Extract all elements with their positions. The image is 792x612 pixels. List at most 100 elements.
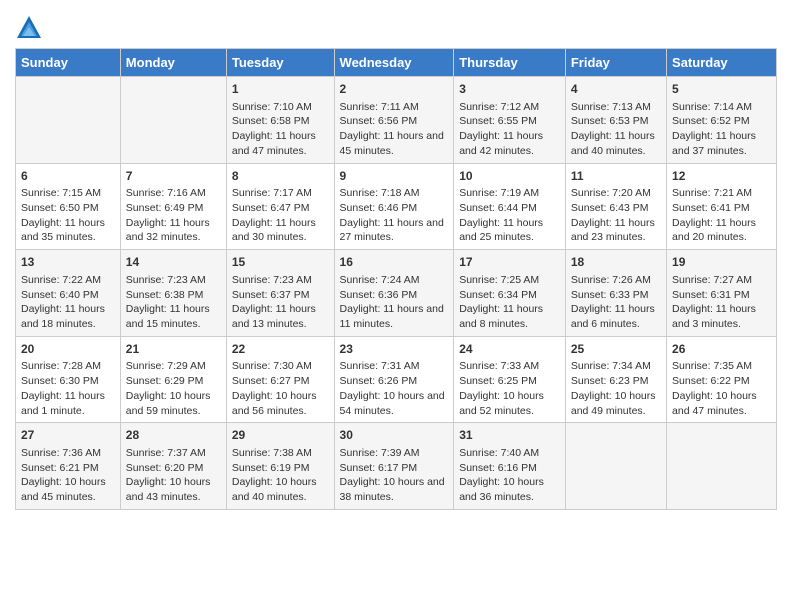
calendar-cell: 6Sunrise: 7:15 AM Sunset: 6:50 PM Daylig…	[16, 163, 121, 250]
day-number: 4	[571, 81, 661, 98]
calendar-cell: 30 Sunrise: 7:39 AM Sunset: 6:17 PM Dayli…	[334, 423, 454, 510]
header-day-saturday: Saturday	[667, 49, 777, 77]
header	[15, 10, 777, 42]
day-content: Sunrise: 7:27 AM Sunset: 6:31 PM Dayligh…	[672, 273, 771, 332]
calendar-cell: 19 Sunrise: 7:27 AM Sunset: 6:31 PM Dayli…	[667, 250, 777, 337]
day-number: 6	[21, 168, 115, 185]
day-content: Sunrise: 7:26 AM Sunset: 6:33 PM Dayligh…	[571, 273, 661, 332]
calendar-cell: 16 Sunrise: 7:24 AM Sunset: 6:36 PM Dayli…	[334, 250, 454, 337]
day-number: 22	[232, 341, 329, 358]
day-content: Sunrise: 7:23 AM Sunset: 6:38 PM Dayligh…	[126, 273, 221, 332]
calendar-cell: 1 Sunrise: 7:10 AM Sunset: 6:58 PM Daylig…	[226, 77, 334, 164]
day-content: Sunrise: 7:16 AM Sunset: 6:49 PM Dayligh…	[126, 186, 221, 245]
day-content: Sunrise: 7:38 AM Sunset: 6:19 PM Dayligh…	[232, 446, 329, 505]
day-content: Sunrise: 7:11 AM Sunset: 6:56 PM Dayligh…	[340, 100, 449, 159]
day-content: Sunrise: 7:29 AM Sunset: 6:29 PM Dayligh…	[126, 359, 221, 418]
day-content: Sunrise: 7:20 AM Sunset: 6:43 PM Dayligh…	[571, 186, 661, 245]
day-number: 30	[340, 427, 449, 444]
calendar-cell: 25Sunrise: 7:34 AM Sunset: 6:23 PM Dayli…	[565, 336, 666, 423]
calendar-cell: 22Sunrise: 7:30 AM Sunset: 6:27 PM Dayli…	[226, 336, 334, 423]
day-content: Sunrise: 7:23 AM Sunset: 6:37 PM Dayligh…	[232, 273, 329, 332]
day-number: 21	[126, 341, 221, 358]
calendar-cell	[565, 423, 666, 510]
week-row-5: 27Sunrise: 7:36 AM Sunset: 6:21 PM Dayli…	[16, 423, 777, 510]
week-row-4: 20Sunrise: 7:28 AM Sunset: 6:30 PM Dayli…	[16, 336, 777, 423]
day-number: 12	[672, 168, 771, 185]
calendar-cell: 24Sunrise: 7:33 AM Sunset: 6:25 PM Dayli…	[454, 336, 566, 423]
day-content: Sunrise: 7:30 AM Sunset: 6:27 PM Dayligh…	[232, 359, 329, 418]
header-day-tuesday: Tuesday	[226, 49, 334, 77]
calendar-cell: 28 Sunrise: 7:37 AM Sunset: 6:20 PM Dayli…	[120, 423, 226, 510]
header-day-sunday: Sunday	[16, 49, 121, 77]
header-day-thursday: Thursday	[454, 49, 566, 77]
day-content: Sunrise: 7:12 AM Sunset: 6:55 PM Dayligh…	[459, 100, 560, 159]
day-number: 19	[672, 254, 771, 271]
calendar-cell: 13Sunrise: 7:22 AM Sunset: 6:40 PM Dayli…	[16, 250, 121, 337]
calendar-cell: 17 Sunrise: 7:25 AM Sunset: 6:34 PM Dayli…	[454, 250, 566, 337]
header-day-monday: Monday	[120, 49, 226, 77]
calendar-cell: 29 Sunrise: 7:38 AM Sunset: 6:19 PM Dayli…	[226, 423, 334, 510]
day-number: 2	[340, 81, 449, 98]
calendar-cell: 23Sunrise: 7:31 AM Sunset: 6:26 PM Dayli…	[334, 336, 454, 423]
day-number: 8	[232, 168, 329, 185]
day-number: 10	[459, 168, 560, 185]
day-number: 29	[232, 427, 329, 444]
day-number: 28	[126, 427, 221, 444]
calendar-body: 1 Sunrise: 7:10 AM Sunset: 6:58 PM Daylig…	[16, 77, 777, 510]
header-day-friday: Friday	[565, 49, 666, 77]
calendar-cell: 2 Sunrise: 7:11 AM Sunset: 6:56 PM Daylig…	[334, 77, 454, 164]
day-content: Sunrise: 7:37 AM Sunset: 6:20 PM Dayligh…	[126, 446, 221, 505]
day-content: Sunrise: 7:33 AM Sunset: 6:25 PM Dayligh…	[459, 359, 560, 418]
day-number: 18	[571, 254, 661, 271]
day-content: Sunrise: 7:17 AM Sunset: 6:47 PM Dayligh…	[232, 186, 329, 245]
day-number: 5	[672, 81, 771, 98]
day-number: 24	[459, 341, 560, 358]
logo	[15, 14, 47, 42]
day-number: 17	[459, 254, 560, 271]
calendar-cell	[667, 423, 777, 510]
calendar-cell	[16, 77, 121, 164]
day-content: Sunrise: 7:34 AM Sunset: 6:23 PM Dayligh…	[571, 359, 661, 418]
day-content: Sunrise: 7:14 AM Sunset: 6:52 PM Dayligh…	[672, 100, 771, 159]
calendar-cell: 11Sunrise: 7:20 AM Sunset: 6:43 PM Dayli…	[565, 163, 666, 250]
day-number: 7	[126, 168, 221, 185]
calendar-header: SundayMondayTuesdayWednesdayThursdayFrid…	[16, 49, 777, 77]
day-content: Sunrise: 7:13 AM Sunset: 6:53 PM Dayligh…	[571, 100, 661, 159]
calendar-cell: 14 Sunrise: 7:23 AM Sunset: 6:38 PM Dayli…	[120, 250, 226, 337]
day-number: 14	[126, 254, 221, 271]
calendar-cell: 15Sunrise: 7:23 AM Sunset: 6:37 PM Dayli…	[226, 250, 334, 337]
calendar-cell: 20Sunrise: 7:28 AM Sunset: 6:30 PM Dayli…	[16, 336, 121, 423]
day-content: Sunrise: 7:19 AM Sunset: 6:44 PM Dayligh…	[459, 186, 560, 245]
calendar-cell: 26Sunrise: 7:35 AM Sunset: 6:22 PM Dayli…	[667, 336, 777, 423]
header-day-wednesday: Wednesday	[334, 49, 454, 77]
calendar-cell: 10Sunrise: 7:19 AM Sunset: 6:44 PM Dayli…	[454, 163, 566, 250]
calendar-cell: 7Sunrise: 7:16 AM Sunset: 6:49 PM Daylig…	[120, 163, 226, 250]
day-content: Sunrise: 7:31 AM Sunset: 6:26 PM Dayligh…	[340, 359, 449, 418]
week-row-1: 1 Sunrise: 7:10 AM Sunset: 6:58 PM Daylig…	[16, 77, 777, 164]
calendar-cell: 8Sunrise: 7:17 AM Sunset: 6:47 PM Daylig…	[226, 163, 334, 250]
week-row-2: 6Sunrise: 7:15 AM Sunset: 6:50 PM Daylig…	[16, 163, 777, 250]
calendar-cell: 18 Sunrise: 7:26 AM Sunset: 6:33 PM Dayli…	[565, 250, 666, 337]
day-number: 9	[340, 168, 449, 185]
day-content: Sunrise: 7:28 AM Sunset: 6:30 PM Dayligh…	[21, 359, 115, 418]
logo-icon	[15, 14, 43, 42]
week-row-3: 13Sunrise: 7:22 AM Sunset: 6:40 PM Dayli…	[16, 250, 777, 337]
day-number: 1	[232, 81, 329, 98]
day-number: 25	[571, 341, 661, 358]
day-number: 11	[571, 168, 661, 185]
calendar-cell: 27Sunrise: 7:36 AM Sunset: 6:21 PM Dayli…	[16, 423, 121, 510]
day-content: Sunrise: 7:10 AM Sunset: 6:58 PM Dayligh…	[232, 100, 329, 159]
day-content: Sunrise: 7:39 AM Sunset: 6:17 PM Dayligh…	[340, 446, 449, 505]
day-content: Sunrise: 7:40 AM Sunset: 6:16 PM Dayligh…	[459, 446, 560, 505]
calendar-cell: 9Sunrise: 7:18 AM Sunset: 6:46 PM Daylig…	[334, 163, 454, 250]
calendar-cell	[120, 77, 226, 164]
day-content: Sunrise: 7:21 AM Sunset: 6:41 PM Dayligh…	[672, 186, 771, 245]
calendar-cell: 21Sunrise: 7:29 AM Sunset: 6:29 PM Dayli…	[120, 336, 226, 423]
calendar-table: SundayMondayTuesdayWednesdayThursdayFrid…	[15, 48, 777, 510]
day-number: 13	[21, 254, 115, 271]
day-content: Sunrise: 7:18 AM Sunset: 6:46 PM Dayligh…	[340, 186, 449, 245]
day-number: 16	[340, 254, 449, 271]
day-content: Sunrise: 7:25 AM Sunset: 6:34 PM Dayligh…	[459, 273, 560, 332]
day-number: 20	[21, 341, 115, 358]
day-content: Sunrise: 7:24 AM Sunset: 6:36 PM Dayligh…	[340, 273, 449, 332]
